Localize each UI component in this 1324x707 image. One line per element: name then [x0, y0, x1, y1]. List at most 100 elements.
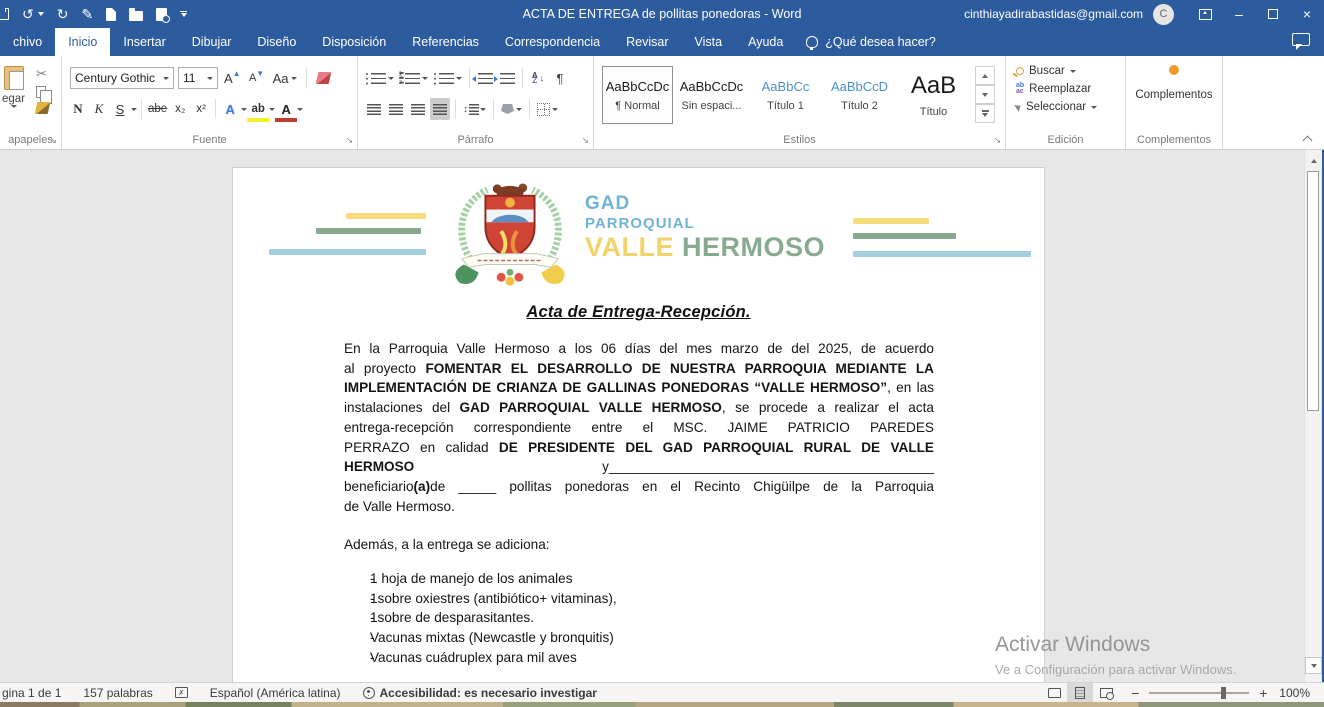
tab-insertar[interactable]: Insertar: [110, 28, 178, 56]
align-right-button[interactable]: [408, 98, 428, 120]
italic-button[interactable]: K: [89, 98, 109, 120]
line-spacing-button[interactable]: ↕: [461, 98, 488, 120]
open-icon[interactable]: [129, 11, 143, 21]
clear-formatting-button[interactable]: [314, 67, 334, 89]
save-icon[interactable]: [0, 8, 9, 20]
font-dialog-launcher[interactable]: ↘: [345, 135, 353, 146]
format-painter-icon[interactable]: [35, 102, 51, 114]
borders-button[interactable]: [535, 98, 560, 120]
undo-icon[interactable]: ↺: [22, 7, 34, 21]
decrease-indent-button[interactable]: [475, 67, 495, 89]
paragraph-dialog-launcher[interactable]: ↘: [581, 135, 589, 146]
minimize-button[interactable]: –: [1222, 0, 1256, 28]
document-page[interactable]: GAD PARROQUIAL VALLE HERMOSO Acta de Ent…: [232, 167, 1045, 682]
styles-scroll-down-icon[interactable]: [975, 85, 995, 104]
styles-scroll-up-icon[interactable]: [975, 66, 995, 85]
word-count[interactable]: 157 palabras: [72, 686, 163, 700]
styles-dialog-launcher[interactable]: ↘: [993, 135, 1001, 146]
text-effects-button[interactable]: A: [220, 98, 240, 120]
replace-button[interactable]: abacReemplazar: [1016, 83, 1097, 95]
scrollbar-thumb[interactable]: [1307, 171, 1319, 411]
font-size-combo[interactable]: 11: [178, 67, 218, 89]
tab-correspondencia[interactable]: Correspondencia: [492, 28, 613, 56]
proofing-status[interactable]: ✗: [164, 687, 199, 698]
redo-icon[interactable]: ↻: [57, 7, 69, 21]
tab-revisar[interactable]: Revisar: [613, 28, 681, 56]
paste-button[interactable]: egar: [2, 66, 25, 108]
zoom-slider-thumb[interactable]: [1221, 687, 1226, 699]
font-color-dropdown-icon[interactable]: [297, 108, 303, 111]
qat-customize-icon[interactable]: [180, 11, 187, 18]
style-card[interactable]: AaBTítulo: [898, 66, 969, 124]
style-card[interactable]: AaBbCcTítulo 1: [750, 66, 821, 124]
accessibility-status[interactable]: Accesibilidad: es necesario investigar: [352, 686, 608, 700]
undo-dropdown-icon[interactable]: [38, 12, 44, 16]
zoom-in-button[interactable]: +: [1257, 685, 1269, 701]
sort-button[interactable]: AZ↓: [528, 67, 548, 89]
clipboard-dialog-launcher[interactable]: ↘: [49, 135, 57, 146]
tell-me[interactable]: ¿Qué desea hacer?: [796, 28, 946, 56]
read-mode-button[interactable]: [1041, 683, 1067, 702]
change-case-button[interactable]: Aa: [271, 67, 299, 89]
page-indicator[interactable]: gina 1 de 1: [0, 686, 72, 700]
show-marks-button[interactable]: ¶: [550, 67, 570, 89]
zoom-slider[interactable]: [1149, 692, 1249, 694]
vertical-scrollbar[interactable]: [1304, 150, 1321, 682]
copy-icon[interactable]: [36, 86, 46, 98]
styles-more-icon[interactable]: [975, 104, 995, 123]
maximize-button[interactable]: [1256, 0, 1290, 28]
underline-button[interactable]: S: [110, 98, 130, 120]
scroll-up-icon[interactable]: [1305, 152, 1322, 169]
addins-button[interactable]: Complementos: [1126, 65, 1222, 101]
tab-archivo-clipped[interactable]: chivo: [0, 28, 55, 56]
subscript-button[interactable]: x₂: [170, 98, 190, 120]
collapse-ribbon-icon[interactable]: [1304, 137, 1314, 143]
tab-inicio[interactable]: Inicio: [55, 28, 110, 56]
tab-vista[interactable]: Vista: [682, 28, 736, 56]
increase-indent-button[interactable]: [497, 67, 517, 89]
scroll-down-icon[interactable]: [1305, 657, 1322, 674]
language-indicator[interactable]: Español (América latina): [199, 686, 352, 700]
print-preview-icon[interactable]: [156, 8, 167, 21]
avatar[interactable]: C: [1153, 4, 1174, 25]
account-email[interactable]: cinthiayadirabastidas@gmail.com: [964, 7, 1143, 21]
font-name-combo[interactable]: Century Gothic: [70, 67, 174, 89]
style-card[interactable]: AaBbCcDcSin espaci...: [676, 66, 747, 124]
highlight-dropdown-icon[interactable]: [269, 108, 275, 111]
justify-button[interactable]: [430, 98, 450, 120]
highlight-button[interactable]: ab: [248, 98, 268, 120]
zoom-out-button[interactable]: −: [1129, 685, 1141, 701]
superscript-button[interactable]: x²: [191, 98, 211, 120]
tab-disposicion[interactable]: Disposición: [309, 28, 399, 56]
new-document-icon[interactable]: [106, 8, 116, 21]
tab-ayuda[interactable]: Ayuda: [735, 28, 796, 56]
select-button[interactable]: Seleccionar: [1016, 101, 1097, 113]
font-color-button[interactable]: A: [276, 98, 296, 120]
bold-button[interactable]: N: [68, 98, 88, 120]
strikethrough-button[interactable]: abe: [146, 98, 169, 120]
align-left-button[interactable]: [364, 98, 384, 120]
numbering-button[interactable]: [398, 67, 430, 89]
shrink-font-button[interactable]: A▼: [247, 67, 267, 89]
shading-button[interactable]: [499, 98, 524, 120]
web-layout-button[interactable]: [1093, 683, 1119, 702]
close-button[interactable]: ×: [1290, 0, 1324, 28]
print-layout-button[interactable]: [1067, 683, 1093, 702]
style-card[interactable]: AaBbCcDTítulo 2: [824, 66, 895, 124]
text-effects-dropdown-icon[interactable]: [241, 108, 247, 111]
underline-dropdown-icon[interactable]: [131, 108, 137, 111]
cut-icon[interactable]: ✂: [36, 66, 49, 82]
grow-font-button[interactable]: A▲: [222, 67, 243, 89]
align-center-button[interactable]: [386, 98, 406, 120]
zoom-level[interactable]: 100%: [1279, 686, 1324, 700]
tab-dibujar[interactable]: Dibujar: [179, 28, 245, 56]
comments-icon[interactable]: [1292, 33, 1310, 46]
style-card[interactable]: AaBbCcDc¶ Normal: [602, 66, 673, 124]
multilevel-list-button[interactable]: [432, 67, 464, 89]
bullets-button[interactable]: [364, 67, 396, 89]
ribbon-display-options-icon[interactable]: [1188, 0, 1222, 28]
find-button[interactable]: Buscar: [1016, 65, 1097, 77]
tab-diseno[interactable]: Diseño: [244, 28, 309, 56]
tab-referencias[interactable]: Referencias: [399, 28, 492, 56]
draw-icon[interactable]: ✎: [81, 7, 93, 21]
